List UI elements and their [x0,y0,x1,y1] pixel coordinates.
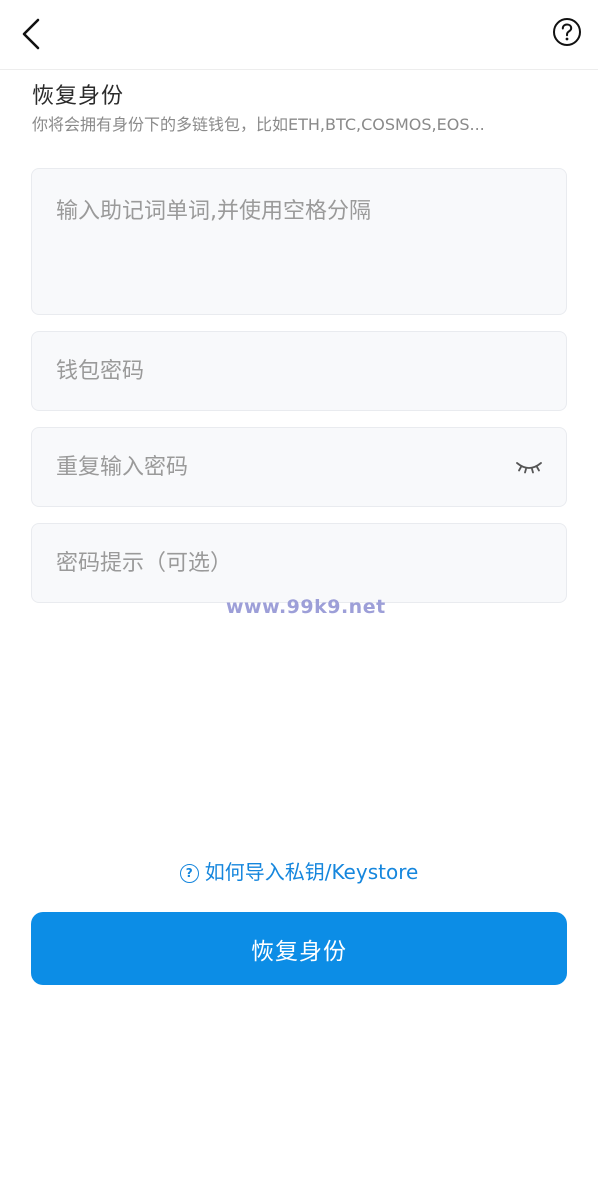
import-help-label: 如何导入私钥/Keystore [204,860,419,884]
back-button[interactable] [14,14,50,54]
restore-identity-button[interactable]: 恢复身份 [31,912,567,985]
password-input[interactable] [56,356,542,388]
restore-identity-page: 恢复身份 你将会拥有身份下的多链钱包，比如ETH,BTC,COSMOS,EOS.… [0,0,598,1191]
page-title: 恢复身份 [32,84,125,109]
question-circle-icon [553,18,581,46]
mnemonic-field[interactable] [31,168,567,315]
repeat-password-field[interactable] [31,427,567,507]
question-small-icon: ? [179,864,199,883]
eye-closed-icon [516,462,542,474]
import-help-link[interactable]: ? 如何导入私钥/Keystore [0,856,598,885]
top-bar [0,0,598,70]
page-subtitle: 你将会拥有身份下的多链钱包，比如ETH,BTC,COSMOS,EOS... [32,115,485,134]
toggle-visibility-button[interactable] [514,455,544,479]
password-hint-field[interactable] [31,523,567,603]
password-field[interactable] [31,331,567,411]
watermark-text: www.99k9.net [226,596,386,618]
password-hint-input[interactable] [56,548,542,580]
repeat-password-input[interactable] [56,452,496,484]
chevron-left-icon [22,18,40,50]
mnemonic-input[interactable] [56,197,542,297]
help-button[interactable] [552,17,582,47]
